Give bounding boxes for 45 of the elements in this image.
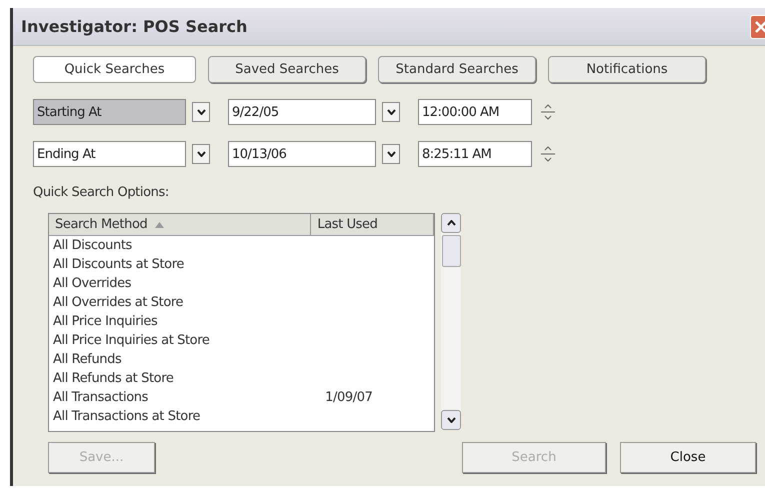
dropdown-button[interactable] (382, 144, 400, 164)
scroll-down-button[interactable] (441, 410, 461, 430)
dropdown-button[interactable] (192, 144, 210, 164)
scrollbar[interactable] (441, 213, 461, 430)
table-cell[interactable]: All Refunds (49, 352, 324, 367)
table-cell[interactable]: All Overrides at Store (49, 295, 324, 310)
caret-icon (386, 151, 396, 157)
date-field[interactable]: 10/13/06 (228, 141, 376, 167)
scroll-up-button[interactable] (441, 213, 461, 233)
table-cell[interactable]: All Discounts at Store (49, 257, 324, 272)
spinner-icon (540, 146, 556, 162)
time-field[interactable]: 12:00:00 AM (418, 99, 532, 125)
column-header[interactable]: Last Used (311, 214, 434, 235)
table-cell[interactable]: All Refunds at Store (49, 371, 324, 386)
date-field[interactable]: 9/22/05 (228, 99, 376, 125)
caret-icon (196, 109, 206, 115)
scroll-thumb[interactable] (442, 235, 461, 267)
close-icon (755, 20, 765, 32)
tab[interactable]: Standard Searches (378, 56, 536, 83)
column-title: Search Method (55, 217, 148, 232)
dialog-button[interactable]: Close (620, 442, 756, 473)
tab[interactable]: Quick Searches (33, 56, 196, 83)
caret-icon (386, 109, 396, 115)
column-header[interactable]: Search Method (49, 214, 312, 235)
mode-dropdown[interactable]: Ending At (33, 141, 186, 167)
table-cell-text: 1/09/07 (324, 390, 374, 405)
caret-icon (446, 417, 456, 423)
sort-ascending-icon (155, 222, 164, 228)
table-cell[interactable]: All Price Inquiries at Store (49, 333, 324, 348)
table-cell[interactable]: All Transactions (49, 390, 322, 405)
caret-icon (446, 220, 456, 226)
caret-icon (196, 151, 206, 157)
tab[interactable]: Saved Searches (208, 56, 366, 83)
table-cell[interactable]: All Discounts (49, 238, 324, 253)
mode-dropdown[interactable]: Starting At (33, 99, 186, 125)
section-label: Quick Search Options: (33, 185, 170, 200)
tab[interactable]: Notifications (548, 56, 706, 83)
time-field[interactable]: 8:25:11 AM (418, 141, 532, 167)
table-cell[interactable]: All Transactions at Store (49, 409, 324, 424)
dropdown-button[interactable] (192, 102, 210, 122)
window-title: Investigator: POS Search (21, 17, 248, 36)
table-cell[interactable]: All Overrides (49, 276, 324, 291)
spinner-icon (540, 104, 556, 120)
dropdown-button[interactable] (382, 102, 400, 122)
table-cell[interactable]: All Price Inquiries (49, 314, 324, 329)
